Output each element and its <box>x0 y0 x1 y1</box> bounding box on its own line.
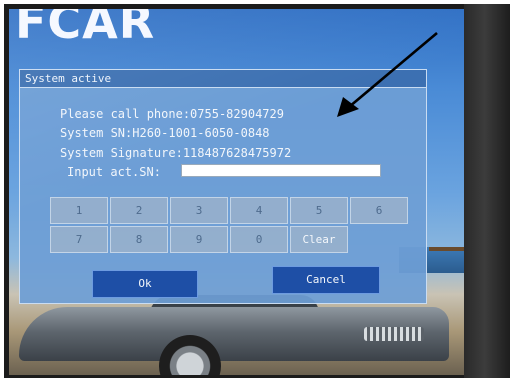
monitor-frame: FCAR System active Please call phone:075… <box>4 4 510 378</box>
system-sn-line: System SN:H260-1001-6050-0848 <box>60 126 270 140</box>
monitor-side-bezel <box>464 4 510 378</box>
key-6[interactable]: 6 <box>350 197 408 224</box>
key-5[interactable]: 5 <box>290 197 348 224</box>
key-0[interactable]: 0 <box>230 226 288 253</box>
key-1[interactable]: 1 <box>50 197 108 224</box>
key-7[interactable]: 7 <box>50 226 108 253</box>
system-signature-line: System Signature:118487628475972 <box>60 146 292 160</box>
car-grille-image <box>364 327 424 341</box>
ok-button[interactable]: Ok <box>92 270 198 298</box>
key-clear[interactable]: Clear <box>290 226 348 253</box>
phone-line: Please call phone:0755-82904729 <box>60 107 284 121</box>
activation-sn-input[interactable] <box>181 164 381 177</box>
key-3[interactable]: 3 <box>170 197 228 224</box>
background-pier <box>429 247 464 251</box>
key-2[interactable]: 2 <box>110 197 168 224</box>
key-4[interactable]: 4 <box>230 197 288 224</box>
activation-sn-label: Input act.SN: <box>67 165 161 179</box>
annotation-arrow-icon <box>337 32 438 117</box>
cancel-button[interactable]: Cancel <box>272 266 380 294</box>
device-screen: FCAR System active Please call phone:075… <box>9 9 464 375</box>
key-8[interactable]: 8 <box>110 226 168 253</box>
brand-logo: FCAR <box>15 9 156 49</box>
key-9[interactable]: 9 <box>170 226 228 253</box>
